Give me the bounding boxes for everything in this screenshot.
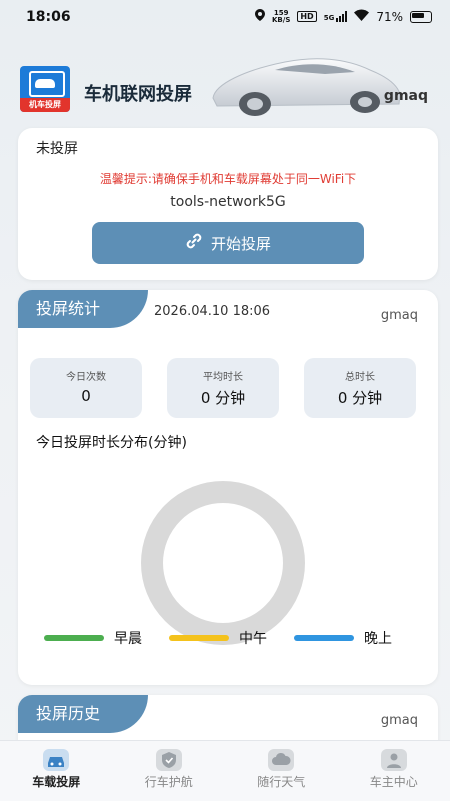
status-icons: 159 KB/S HD 5G 71% (255, 9, 432, 24)
stat-average-duration: 平均时长 0 分钟 (167, 358, 279, 418)
wifi-tip: 温馨提示:请确保手机和车载屏幕处于同一WiFi下 (18, 170, 438, 187)
location-icon (255, 9, 265, 24)
stat-value: 0 (30, 387, 142, 405)
distribution-title: 今日投屏时长分布(分钟) (36, 432, 187, 452)
shield-icon (156, 749, 182, 771)
legend-label-evening: 晚上 (364, 628, 392, 648)
legend-swatch-evening (294, 635, 354, 641)
nav-label: 车载投屏 (0, 773, 113, 790)
history-title: 投屏历史 (18, 695, 148, 733)
nav-item-car-cast[interactable]: 车载投屏 (0, 741, 113, 801)
cloud-icon (268, 749, 294, 771)
header-username: gmaq (384, 88, 428, 104)
network-speed: 159 KB/S (272, 10, 290, 24)
duration-donut-chart (140, 480, 306, 646)
legend-noon: 中午 (169, 628, 267, 648)
network-name: tools-network5G (18, 194, 438, 210)
legend-label-noon: 中午 (239, 628, 267, 648)
legend-evening: 晚上 (294, 628, 392, 648)
history-username: gmaq (381, 713, 418, 728)
car-illustration (205, 40, 405, 120)
stats-title: 投屏统计 (18, 290, 148, 328)
speed-unit: KB/S (272, 17, 290, 24)
stat-value: 0 分钟 (167, 387, 279, 408)
stats-card: 投屏统计 2026.04.10 18:06 gmaq 今日次数 0 平均时长 0… (18, 290, 438, 685)
stats-username: gmaq (381, 308, 418, 323)
stat-label: 平均时长 (167, 368, 279, 383)
legend-morning: 早晨 (44, 628, 142, 648)
start-cast-button[interactable]: 开始投屏 (92, 222, 364, 264)
app-header: 机车投屏 车机联网投屏 gmaq (0, 60, 450, 120)
car-icon (43, 749, 69, 771)
donut-empty-ring (152, 492, 294, 634)
bottom-nav: 车载投屏 行车护航 随行天气 车主中心 (0, 740, 450, 801)
stats-datetime: 2026.04.10 18:06 (154, 304, 270, 319)
stat-label: 总时长 (304, 368, 416, 383)
user-icon (381, 749, 407, 771)
nav-label: 车主中心 (338, 773, 450, 790)
start-cast-label: 开始投屏 (211, 233, 271, 254)
battery-percent: 71% (376, 10, 403, 24)
battery-icon (410, 11, 432, 23)
nav-item-drive-guard[interactable]: 行车护航 (113, 741, 226, 801)
cellular-signal: 5G (324, 11, 348, 22)
legend-swatch-noon (169, 635, 229, 641)
status-bar: 18:06 159 KB/S HD 5G 71% (0, 0, 450, 36)
hd-badge: HD (297, 11, 316, 22)
stat-today-count: 今日次数 0 (30, 358, 142, 418)
legend-swatch-morning (44, 635, 104, 641)
legend-label-morning: 早晨 (114, 628, 142, 648)
status-time: 18:06 (26, 9, 71, 25)
nav-item-weather[interactable]: 随行天气 (225, 741, 338, 801)
stat-label: 今日次数 (30, 368, 142, 383)
app-logo: 机车投屏 (20, 66, 70, 112)
stat-value: 0 分钟 (304, 387, 416, 408)
network-type: 5G (324, 15, 335, 22)
nav-label: 行车护航 (113, 773, 226, 790)
stat-total-duration: 总时长 0 分钟 (304, 358, 416, 418)
link-icon (185, 232, 203, 254)
cast-status: 未投屏 (36, 138, 78, 158)
nav-item-owner-center[interactable]: 车主中心 (338, 741, 450, 801)
app-title: 车机联网投屏 (84, 80, 192, 106)
wifi-icon (354, 9, 369, 24)
app-logo-text: 机车投屏 (20, 98, 70, 112)
nav-label: 随行天气 (225, 773, 338, 790)
connection-card: 未投屏 温馨提示:请确保手机和车载屏幕处于同一WiFi下 tools-netwo… (18, 128, 438, 280)
signal-icon (336, 11, 347, 22)
